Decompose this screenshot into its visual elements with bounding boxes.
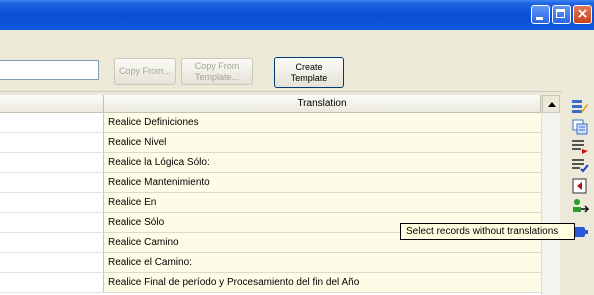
close-icon: × <box>576 6 589 22</box>
translation-cell[interactable]: Realice la Lógica Sólo: <box>104 153 521 173</box>
vertical-scrollbar[interactable] <box>541 95 560 295</box>
table-row[interactable]: Realice la Lógica Sólo: <box>0 153 541 173</box>
table-row[interactable]: Realice Mantenimiento <box>0 173 541 193</box>
key-cell[interactable] <box>0 233 104 253</box>
translation-cell[interactable]: Realice el Camino: <box>104 253 521 273</box>
key-cell[interactable] <box>0 213 104 233</box>
column-header-translation-label: Translation <box>297 98 347 109</box>
tooltip: Select records without translations <box>400 223 575 240</box>
edit-records-icon[interactable] <box>571 98 589 116</box>
row-extra-cell <box>521 113 541 133</box>
toolbar-area: Copy From... Copy From Template... Creat… <box>0 30 594 92</box>
table-row[interactable]: Realice el Camino: <box>0 253 541 273</box>
row-extra-cell <box>521 173 541 193</box>
row-extra-cell <box>521 153 541 173</box>
create-template-button[interactable]: Create Template <box>274 57 344 88</box>
copy-from-template-label-line2: Template... <box>194 71 240 82</box>
copy-from-template-button[interactable]: Copy From Template... <box>181 58 253 85</box>
table-row[interactable]: Realice Final de período y Procesamiento… <box>0 273 541 293</box>
table-row[interactable]: Realice En <box>0 193 541 213</box>
tooltip-text: Select records without translations <box>406 226 559 237</box>
column-header-translation[interactable]: Translation <box>104 95 541 113</box>
table-row[interactable]: Realice Nivel <box>0 133 541 153</box>
table-row[interactable]: Realice Definiciones <box>0 113 541 133</box>
translation-cell[interactable]: Realice Mantenimiento <box>104 173 521 193</box>
row-extra-cell <box>521 273 541 293</box>
minimize-button[interactable] <box>531 5 550 24</box>
copy-from-label: Copy From... <box>118 66 171 76</box>
close-button[interactable]: × <box>573 5 592 24</box>
translation-cell[interactable]: Realice Final de período y Procesamiento… <box>104 273 521 293</box>
row-extra-cell <box>521 253 541 273</box>
create-template-label-line2: Template <box>290 72 328 83</box>
create-template-label-line1: Create <box>295 61 323 72</box>
window-title-bar: × <box>0 0 594 30</box>
copy-from-button[interactable]: Copy From... <box>114 58 176 85</box>
copy-records-icon[interactable] <box>571 118 589 136</box>
filter-red-icon[interactable] <box>571 138 589 156</box>
key-cell[interactable] <box>0 273 104 293</box>
translation-cell[interactable]: Realice Nivel <box>104 133 521 153</box>
row-extra-cell <box>521 133 541 153</box>
translation-cell[interactable]: Realice En <box>104 193 521 213</box>
undo-record-icon[interactable] <box>571 177 589 195</box>
key-cell[interactable] <box>0 173 104 193</box>
translation-cell[interactable]: Realice Definiciones <box>104 113 521 133</box>
select-records-without-translations-icon[interactable] <box>571 198 589 216</box>
key-cell[interactable] <box>0 113 104 133</box>
key-cell[interactable] <box>0 253 104 273</box>
translation-grid: Translation Realice Definiciones Realice … <box>0 95 560 295</box>
row-extra-cell <box>521 193 541 213</box>
maximize-button[interactable] <box>552 5 571 24</box>
scroll-up-button[interactable] <box>542 95 560 113</box>
column-header-key[interactable] <box>0 95 104 113</box>
filter-blue-icon[interactable] <box>571 157 589 175</box>
key-cell[interactable] <box>0 133 104 153</box>
copy-from-template-label-line1: Copy From <box>194 60 240 71</box>
key-cell[interactable] <box>0 153 104 173</box>
filter-input[interactable] <box>0 60 99 80</box>
key-cell[interactable] <box>0 193 104 213</box>
right-action-toolbar <box>562 91 594 295</box>
